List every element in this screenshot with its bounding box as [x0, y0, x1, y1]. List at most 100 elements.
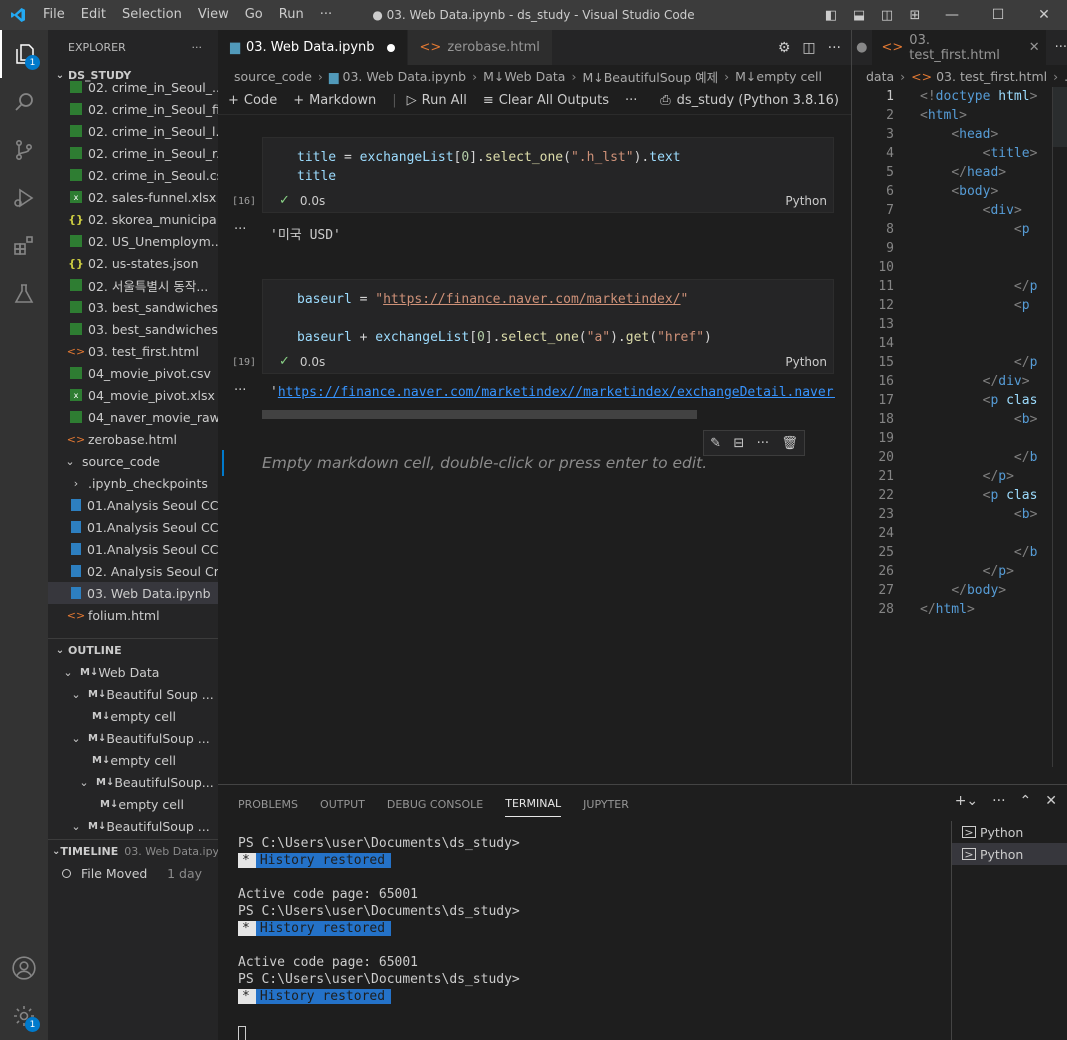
add-code-cell-button[interactable]: + Code	[228, 93, 277, 108]
add-markdown-cell-button[interactable]: + Markdown	[293, 93, 376, 108]
close-icon[interactable]: ✕	[1029, 40, 1040, 55]
split-editor-icon[interactable]: ◫	[802, 40, 815, 56]
outline-item[interactable]: M↓ empty cell	[48, 793, 218, 815]
cell-language[interactable]: Python	[785, 355, 827, 369]
file-item[interactable]: 02. crime_in_Seoul_l...	[48, 120, 218, 142]
file-item[interactable]: x 04_movie_pivot.xlsx	[48, 384, 218, 406]
unsaved-dot-icon[interactable]	[386, 43, 395, 52]
split-cell-icon[interactable]: ⊟	[733, 436, 744, 451]
breadcrumb-item[interactable]: source_code	[234, 69, 312, 84]
timeline-header[interactable]: ⌄ TIMELINE 03. Web Data.ipy...	[48, 840, 218, 862]
clear-outputs-button[interactable]: ≡ Clear All Outputs	[483, 93, 609, 108]
minimize-button[interactable]: —	[929, 7, 975, 23]
markdown-placeholder[interactable]: Empty markdown cell, double-click or pre…	[262, 454, 707, 472]
breadcrumb-item[interactable]: 03. test_first.html	[936, 69, 1047, 84]
run-all-button[interactable]: ▷ Run All	[407, 93, 467, 108]
outline-item[interactable]: ⌄ M↓ BeautifulSoup ...	[48, 815, 218, 837]
toggle-panel-icon[interactable]: ⬓	[845, 8, 873, 23]
menu-edit[interactable]: Edit	[73, 0, 114, 30]
output-more-icon[interactable]: ···	[234, 222, 246, 237]
cell-language[interactable]: Python	[785, 194, 827, 208]
file-item[interactable]: {} 02. us-states.json	[48, 252, 218, 274]
menu-go[interactable]: Go	[237, 0, 271, 30]
file-item[interactable]: 01.Analysis Seoul CC...	[48, 538, 218, 560]
tab-zerobase-html[interactable]: <> zerobase.html	[407, 30, 553, 65]
folder-item[interactable]: › .ipynb_checkpoints	[48, 472, 218, 494]
maximize-panel-icon[interactable]: ⌃	[1020, 793, 1032, 809]
file-item[interactable]: 02. 서울특별시 동작...	[48, 274, 218, 296]
accounts-icon[interactable]	[0, 944, 48, 992]
tab-test-first-html[interactable]: <> 03. test_first.html ✕	[871, 30, 1047, 65]
code-text[interactable]: <!doctype html> <html> <head> <title> </…	[920, 87, 1037, 619]
source-control-icon[interactable]	[0, 126, 48, 174]
toggle-secondary-sidebar-icon[interactable]: ◫	[873, 8, 901, 23]
cell-source[interactable]: baseurl = "https://finance.naver.com/mar…	[263, 280, 833, 347]
file-item[interactable]: 03. Web Data.ipynb	[48, 582, 218, 604]
breadcrumb-item[interactable]: 03. Web Data.ipynb	[343, 69, 467, 84]
menu-file[interactable]: File	[35, 0, 73, 30]
code-cell[interactable]: baseurl = "https://finance.naver.com/mar…	[262, 279, 834, 374]
file-item[interactable]: 02. crime_in_Seoul_r...	[48, 142, 218, 164]
settings-gear-icon[interactable]: 1	[0, 992, 48, 1040]
file-item[interactable]: 01.Analysis Seoul CC...	[48, 516, 218, 538]
maximize-button[interactable]: ☐	[975, 7, 1021, 23]
terminal-item[interactable]: > Python	[952, 821, 1067, 843]
file-item[interactable]: 02. Analysis Seoul Cr...	[48, 560, 218, 582]
file-item[interactable]: <> folium.html	[48, 604, 218, 626]
minimap[interactable]	[1053, 87, 1067, 147]
outline-item[interactable]: ⌄ M↓ Beautiful Soup ...	[48, 683, 218, 705]
menu-selection[interactable]: Selection	[114, 0, 190, 30]
testing-flask-icon[interactable]	[0, 270, 48, 318]
tab-debug-console[interactable]: DEBUG CONSOLE	[387, 790, 483, 817]
close-window-button[interactable]: ✕	[1021, 7, 1067, 23]
output-scrollbar[interactable]	[262, 410, 697, 419]
tab-jupyter[interactable]: JUPYTER	[583, 790, 629, 817]
folder-source-code[interactable]: ⌄ source_code	[48, 450, 218, 472]
output-more-icon[interactable]: ···	[234, 383, 246, 398]
file-item[interactable]: 03. best_sandwiches...	[48, 318, 218, 340]
output-link[interactable]: https://finance.naver.com/marketindex//m…	[278, 385, 835, 400]
cell-source[interactable]: title = exchangeList[0].select_one(".h_l…	[263, 138, 833, 186]
breadcrumb-item[interactable]: M↓empty cell	[735, 69, 822, 84]
timeline-item[interactable]: File Moved 1 day	[48, 862, 218, 884]
file-item[interactable]: 03. best_sandwiches...	[48, 296, 218, 318]
menu-view[interactable]: View	[190, 0, 237, 30]
delete-trash-icon[interactable]: 🗑	[781, 436, 798, 451]
panel-more-icon[interactable]: ···	[992, 793, 1005, 809]
outline-item[interactable]: ⌄ M↓ Web Data	[48, 661, 218, 683]
search-icon[interactable]	[0, 78, 48, 126]
tab-problems[interactable]: PROBLEMS	[238, 790, 298, 817]
tab-terminal[interactable]: TERMINAL	[505, 789, 562, 817]
toolbar-more-button[interactable]: ···	[625, 93, 637, 108]
explorer-icon[interactable]: 1	[0, 30, 48, 78]
file-item[interactable]: 02. crime_in_Seoul_fi...	[48, 98, 218, 120]
outline-item[interactable]: M↓ empty cell	[48, 705, 218, 727]
run-debug-icon[interactable]	[0, 174, 48, 222]
file-item[interactable]: 01.Analysis Seoul CC...	[48, 494, 218, 516]
extensions-icon[interactable]	[0, 222, 48, 270]
close-panel-icon[interactable]: ✕	[1045, 793, 1057, 809]
tab-web-data-ipynb[interactable]: ▆ 03. Web Data.ipynb	[218, 30, 408, 65]
file-item[interactable]: 02. crime_in_Seoul.csv	[48, 164, 218, 186]
cell-more-icon[interactable]: ···	[757, 436, 769, 451]
file-item[interactable]: x 02. sales-funnel.xlsx	[48, 186, 218, 208]
toggle-sidebar-icon[interactable]: ◧	[817, 8, 845, 23]
file-item[interactable]: {} 02. skorea_municipa...	[48, 208, 218, 230]
settings-gear-icon[interactable]: ⚙	[778, 40, 791, 56]
menu-run[interactable]: Run	[271, 0, 312, 30]
outline-item[interactable]: ⌄ M↓ BeautifulSoup ...	[48, 727, 218, 749]
kernel-picker[interactable]: ⎙ ds_study (Python 3.8.16)	[660, 93, 839, 108]
explorer-more-button[interactable]: ···	[192, 41, 203, 54]
edit-pencil-icon[interactable]: ✎	[710, 436, 721, 451]
more-actions-icon[interactable]: ···	[828, 40, 841, 56]
outline-item[interactable]: M↓ empty cell	[48, 749, 218, 771]
code-cell[interactable]: title = exchangeList[0].select_one(".h_l…	[262, 137, 834, 213]
customize-layout-icon[interactable]: ⊞	[901, 8, 929, 23]
breadcrumb-item[interactable]: M↓BeautifulSoup 예제	[582, 67, 718, 86]
outline-header[interactable]: ⌄ OUTLINE	[48, 639, 218, 661]
menu-more[interactable]: ···	[312, 0, 340, 30]
file-item[interactable]: 04_naver_movie_raw...	[48, 406, 218, 428]
tab-output[interactable]: OUTPUT	[320, 790, 365, 817]
terminal-item[interactable]: > Python	[952, 843, 1067, 865]
more-actions-icon[interactable]: ···	[1055, 30, 1067, 65]
